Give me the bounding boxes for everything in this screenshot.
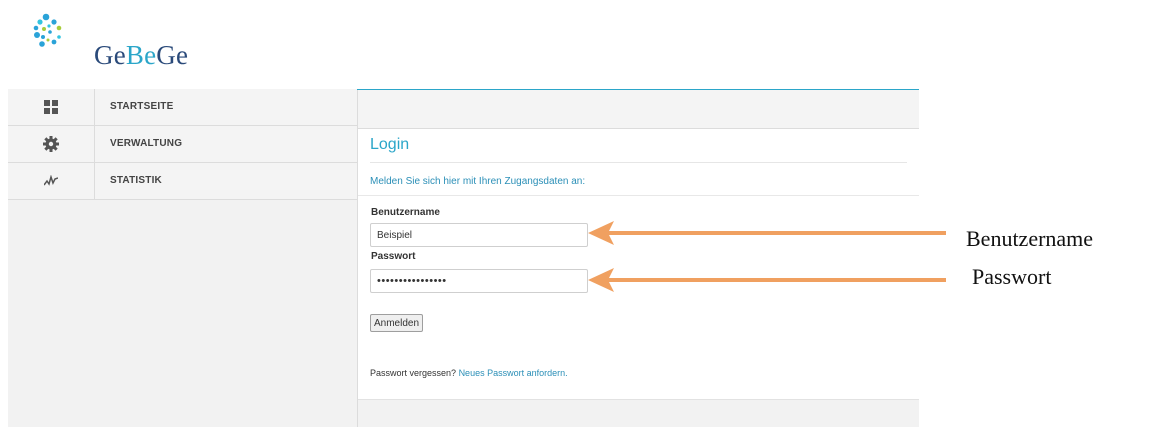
- password-input[interactable]: [370, 269, 588, 293]
- sidebar-icon-cell: [8, 163, 95, 199]
- sidebar-item-label: STARTSEITE: [110, 101, 174, 112]
- dashboard-grid-icon: [44, 100, 58, 114]
- sidebar-item-verwaltung[interactable]: VERWALTUNG: [8, 126, 357, 163]
- username-input[interactable]: [370, 223, 588, 247]
- sidebar-icon-cell: [8, 89, 95, 125]
- sidebar-icon-cell: [8, 126, 95, 162]
- logo-wordmark: GeBeGe: [94, 40, 188, 71]
- login-panel: Login Melden Sie sich hier mit Ihren Zug…: [358, 129, 919, 400]
- intro-divider: [358, 195, 919, 196]
- gear-icon: [43, 136, 59, 152]
- logo-text-accent: Be: [125, 40, 157, 70]
- app-frame: STARTSEITE VERWALTUNG STATISTIK Login Me…: [8, 89, 919, 427]
- sidebar-nav: STARTSEITE VERWALTUNG STATISTIK: [8, 89, 358, 427]
- login-submit-button[interactable]: Anmelden: [370, 314, 424, 332]
- forgot-password-question: Passwort vergessen?: [370, 368, 457, 378]
- request-new-password-link[interactable]: Neues Passwort anfordern.: [459, 368, 568, 378]
- login-intro-text: Melden Sie sich hier mit Ihren Zugangsda…: [370, 176, 586, 187]
- sidebar-item-label: STATISTIK: [110, 175, 162, 186]
- password-label: Passwort: [371, 251, 416, 262]
- username-callout-label: Benutzername: [966, 226, 1094, 251]
- sidebar-item-statistik[interactable]: STATISTIK: [8, 163, 357, 200]
- logo-dots-icon: [33, 13, 62, 47]
- page-title: Login: [370, 136, 410, 153]
- activity-chart-icon: [44, 175, 58, 186]
- logo-text-suffix: Ge: [156, 40, 189, 70]
- gebege-logo: GeBeGe: [32, 10, 192, 71]
- password-callout-label: Passwort: [972, 264, 1052, 289]
- content-header-bar: [358, 90, 919, 129]
- forgot-password-text: Passwort vergessen? Neues Passwort anfor…: [370, 368, 568, 378]
- sidebar-item-label: VERWALTUNG: [110, 138, 183, 149]
- username-label: Benutzername: [371, 207, 440, 218]
- sidebar-item-startseite[interactable]: STARTSEITE: [8, 89, 357, 126]
- title-divider: [370, 162, 907, 163]
- logo-text-prefix: Ge: [94, 40, 126, 70]
